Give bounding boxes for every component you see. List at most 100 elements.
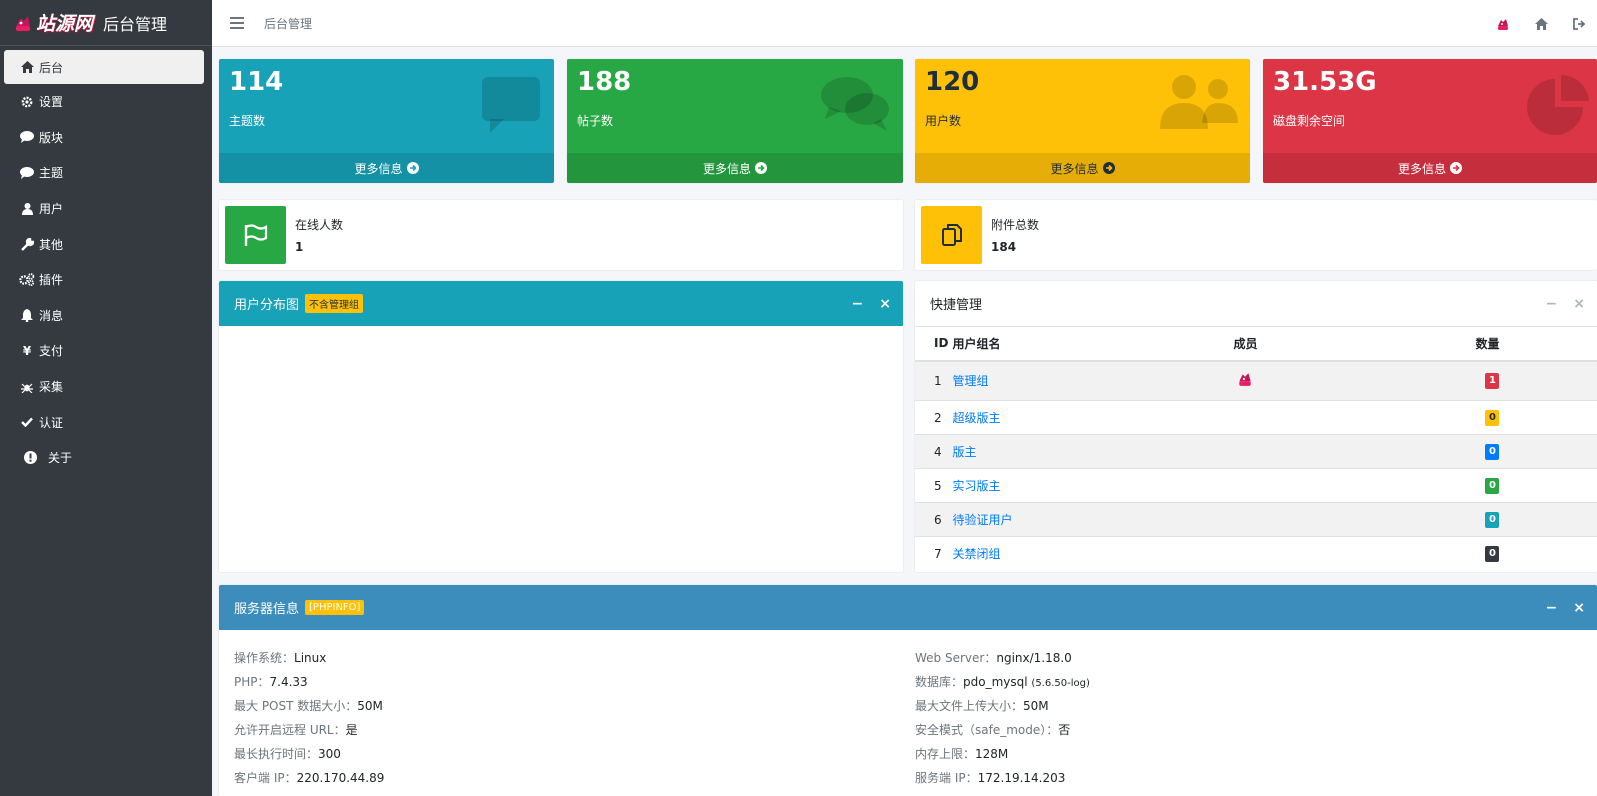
sidebar-item-other[interactable]: 其他 — [4, 226, 204, 262]
comment-icon — [19, 129, 35, 145]
home-icon[interactable] — [1533, 16, 1549, 32]
group-table: ID 用户组名 成员 数量 1 管理组 1 2 超级版主 0 4 版主 0 5 … — [915, 326, 1597, 571]
mascot-icon — [16, 15, 30, 31]
server-value: pdo_mysql — [963, 675, 1028, 689]
sidebar-item-label: 其他 — [39, 237, 64, 252]
sidebar-item-boards[interactable]: 版块 — [4, 120, 204, 156]
sidebar-item-messages[interactable]: 消息 — [4, 298, 204, 334]
sidebar-item-plugins[interactable]: 插件 — [4, 262, 204, 298]
card-tools: − × — [852, 281, 891, 326]
sidebar-item-collect[interactable]: 采集 — [4, 369, 204, 405]
sidebar-item-label: 后台 — [39, 60, 64, 75]
flag-icon — [244, 224, 267, 246]
member-cell — [1233, 536, 1476, 571]
group-name-link[interactable]: 超级版主 — [948, 400, 1234, 435]
comment-icon — [19, 165, 35, 181]
minimize-button[interactable]: − — [1546, 600, 1558, 616]
stat-value: 31.53G — [1273, 67, 1377, 97]
info-value: 1 — [295, 240, 304, 254]
arrow-circle-right-icon — [1102, 162, 1115, 174]
server-label: 客户端 IP： — [234, 771, 297, 785]
sidebar-item-label: 版块 — [39, 130, 64, 145]
row-id: 5 — [915, 468, 949, 503]
sidebar-nav: 后台 设置 版块 主题 用户 其他 插件 消息 ¥ 支付 采集 认证 关于 — [0, 46, 212, 476]
sidebar-item-about[interactable]: 关于 — [4, 440, 204, 476]
gear-icon — [19, 94, 35, 110]
sidebar-item-verify[interactable]: 认证 — [4, 404, 204, 440]
stat-label: 用户数 — [925, 114, 962, 128]
close-button[interactable]: × — [1573, 600, 1585, 616]
stat-users: 120 用户数 更多信息 — [915, 59, 1250, 183]
server-label: Web Server： — [915, 651, 997, 665]
group-name-link[interactable]: 实习版主 — [948, 468, 1234, 503]
server-info-card: 服务器信息 [PHPINFO] − × 操作系统：Linux PHP：7.4.3… — [219, 585, 1597, 796]
count-badge: 0 — [1485, 546, 1500, 563]
more-info-link[interactable]: 更多信息 — [915, 153, 1250, 183]
info-attachments: 附件总数 184 — [915, 200, 1597, 270]
server-row: 客户端 IP：220.170.44.89 — [234, 769, 384, 786]
phpinfo-link[interactable]: [PHPINFO] — [305, 600, 365, 615]
sidebar-item-users[interactable]: 用户 — [4, 191, 204, 227]
minimize-button[interactable]: − — [1546, 296, 1558, 312]
card-header: 快捷管理 − × — [915, 281, 1597, 326]
server-row: PHP：7.4.33 — [234, 673, 308, 690]
more-info-label: 更多信息 — [1397, 161, 1446, 176]
sidebar-item-label: 插件 — [39, 273, 64, 288]
arrow-circle-right-icon — [1450, 162, 1462, 174]
member-cell — [1233, 434, 1476, 469]
server-value: 172.19.14.203 — [977, 771, 1066, 785]
avatar[interactable] — [1237, 373, 1253, 390]
table-header-row: ID 用户组名 成员 数量 — [915, 326, 1597, 362]
table-row: 1 管理组 1 — [915, 360, 1597, 401]
more-info-label: 更多信息 — [1050, 161, 1099, 176]
server-label: 最大文件上传大小： — [915, 699, 1024, 713]
sidebar-item-label: 认证 — [39, 415, 64, 430]
sidebar-item-topics[interactable]: 主题 — [4, 155, 204, 191]
stat-label: 磁盘剩余空间 — [1273, 114, 1346, 128]
server-label: 最长执行时间： — [234, 747, 319, 761]
group-name-link[interactable]: 版主 — [948, 434, 1234, 469]
count-badge: 0 — [1485, 512, 1500, 528]
server-label: 数据库： — [915, 675, 964, 689]
group-name-link[interactable]: 待验证用户 — [948, 502, 1234, 537]
close-button[interactable]: × — [879, 296, 891, 312]
avatar[interactable] — [1495, 16, 1511, 32]
group-name-link[interactable]: 管理组 — [948, 360, 1234, 401]
count-badge: 1 — [1485, 373, 1500, 390]
close-button[interactable]: × — [1573, 296, 1585, 312]
more-info-link[interactable]: 更多信息 — [219, 153, 554, 183]
stat-disk: 31.53G 磁盘剩余空间 更多信息 — [1263, 59, 1597, 183]
yen-icon: ¥ — [22, 343, 32, 358]
wrench-icon — [19, 236, 35, 252]
comments-icon — [821, 73, 891, 136]
info-label: 附件总数 — [991, 218, 1040, 232]
sidebar-item-settings[interactable]: 设置 — [4, 84, 204, 120]
page-title: 后台管理 — [264, 16, 313, 31]
quick-management-card: 快捷管理 − × ID 用户组名 成员 数量 1 管理组 1 2 超级版主 0 … — [915, 281, 1597, 572]
brand[interactable]: 站源网 后台管理 — [0, 0, 212, 46]
more-info-link[interactable]: 更多信息 — [1263, 153, 1597, 183]
col-count: 数量 — [1475, 326, 1597, 362]
more-info-link[interactable]: 更多信息 — [567, 153, 903, 183]
sidebar-item-payment[interactable]: ¥ 支付 — [4, 333, 204, 369]
comment-icon — [480, 73, 542, 138]
server-label: 安全模式（safe_mode）： — [915, 723, 1059, 737]
sidebar-item-home[interactable]: 后台 — [4, 50, 204, 84]
menu-toggle-icon[interactable] — [230, 17, 244, 29]
sidebar-item-label: 主题 — [39, 166, 64, 181]
card-header: 服务器信息 [PHPINFO] − × — [219, 585, 1597, 630]
server-row: 操作系统：Linux — [234, 649, 326, 666]
logout-icon[interactable] — [1571, 16, 1587, 32]
col-group-name: 用户组名 — [948, 326, 1234, 362]
stat-value: 188 — [577, 67, 632, 97]
server-label: PHP： — [234, 675, 270, 689]
topbar: 后台管理 — [212, 0, 1597, 47]
minimize-button[interactable]: − — [852, 296, 864, 312]
member-cell — [1233, 360, 1476, 401]
count-badge: 0 — [1485, 478, 1500, 494]
chart-area — [219, 326, 903, 572]
row-id: 7 — [915, 536, 949, 571]
row-id: 6 — [915, 502, 949, 537]
brand-title: 后台管理 — [103, 14, 168, 34]
group-name-link[interactable]: 关禁闭组 — [948, 536, 1234, 571]
